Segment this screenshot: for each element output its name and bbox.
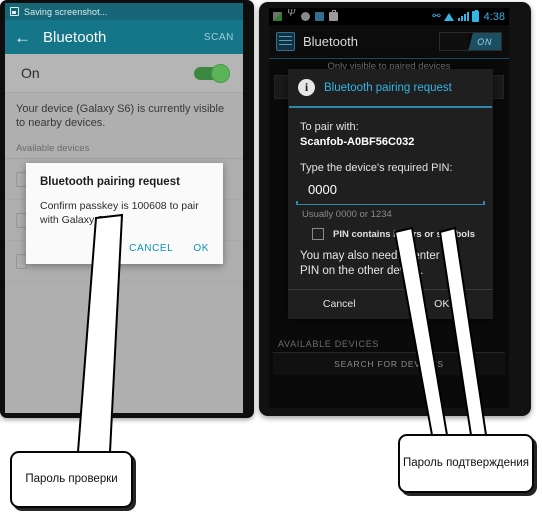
screenshot-stage: Saving screenshot... ← Bluetooth SCAN On…	[0, 0, 542, 517]
dialog-title: Bluetooth pairing request	[40, 176, 180, 188]
available-devices-header: AVAILABLE DEVICES	[278, 339, 380, 349]
callout-right: Пароль подтверждения	[398, 434, 534, 493]
app-icon	[315, 12, 324, 21]
dialog-note: You may also need to enter this PIN on t…	[300, 250, 461, 278]
callout-left: Пароль проверки	[10, 451, 133, 508]
right-pairing-dialog: i Bluetooth pairing request To pair with…	[288, 69, 493, 320]
dialog-actions: Cancel OK	[288, 289, 493, 319]
pin-input[interactable]: 0000	[300, 176, 481, 200]
right-phone-device: ⚯ 4:38 Bluetooth ON Only visible to pai	[259, 2, 531, 416]
briefcase-icon	[329, 10, 338, 21]
right-page-title: Bluetooth	[303, 34, 358, 49]
left-phone-device: Saving screenshot... ← Bluetooth SCAN On…	[0, 0, 254, 418]
bluetooth-switch[interactable]: ON	[439, 32, 502, 51]
pin-prompt: Type the device's required PIN:	[300, 161, 453, 174]
left-phone-screen: Saving screenshot... ← Bluetooth SCAN On…	[5, 3, 243, 413]
dialog-header: i Bluetooth pairing request	[288, 69, 493, 106]
dialog-title: Bluetooth pairing request	[324, 81, 452, 94]
ok-button[interactable]: OK	[391, 290, 494, 319]
search-for-devices-button[interactable]: SEARCH FOR DEVICES	[273, 352, 505, 375]
switch-track-off	[440, 33, 469, 50]
pair-with-label: To pair with:	[300, 120, 359, 133]
switch-on-label: ON	[468, 33, 501, 50]
pin-hint: Usually 0000 or 1234	[302, 209, 392, 221]
info-icon: i	[298, 79, 315, 96]
callout-left-text: Пароль проверки	[25, 473, 118, 485]
pin-letters-checkbox-row[interactable]: PIN contains letters or symbols	[300, 226, 481, 248]
wifi-icon	[444, 12, 455, 21]
cancel-button[interactable]: CANCEL	[129, 243, 173, 254]
callout-right-text: Пароль подтверждения	[402, 457, 530, 469]
bluetooth-icon: ⚯	[432, 10, 441, 22]
dialog-actions: CANCEL OK	[40, 243, 209, 258]
dialog-body: To pair with: Scanfob-A0BF56C032 Type th…	[288, 108, 493, 204]
usb-icon	[287, 9, 296, 21]
clock: 4:38	[483, 10, 505, 23]
sync-icon	[301, 12, 310, 21]
checkbox-label: PIN contains letters or symbols	[333, 228, 476, 240]
settings-icon	[276, 32, 295, 51]
ok-button[interactable]: OK	[193, 243, 209, 254]
right-action-bar: Bluetooth ON	[269, 25, 509, 59]
system-icons: ⚯ 4:38	[432, 9, 505, 23]
cancel-button[interactable]: Cancel	[288, 290, 391, 319]
notification-icons	[273, 9, 432, 21]
right-status-bar: ⚯ 4:38	[269, 8, 509, 25]
battery-icon	[471, 9, 479, 22]
image-icon	[273, 12, 282, 21]
checkbox-icon[interactable]	[312, 228, 324, 241]
right-phone-screen: ⚯ 4:38 Bluetooth ON Only visible to pai	[269, 8, 509, 408]
signal-icon	[457, 12, 469, 21]
left-pairing-dialog: Bluetooth pairing request Confirm passke…	[26, 163, 223, 264]
pin-input-underline	[296, 201, 485, 206]
dialog-message: Confirm passkey is 100608 to pair with G…	[40, 200, 199, 226]
device-name: Scanfob-A0BF56C032	[300, 135, 415, 148]
